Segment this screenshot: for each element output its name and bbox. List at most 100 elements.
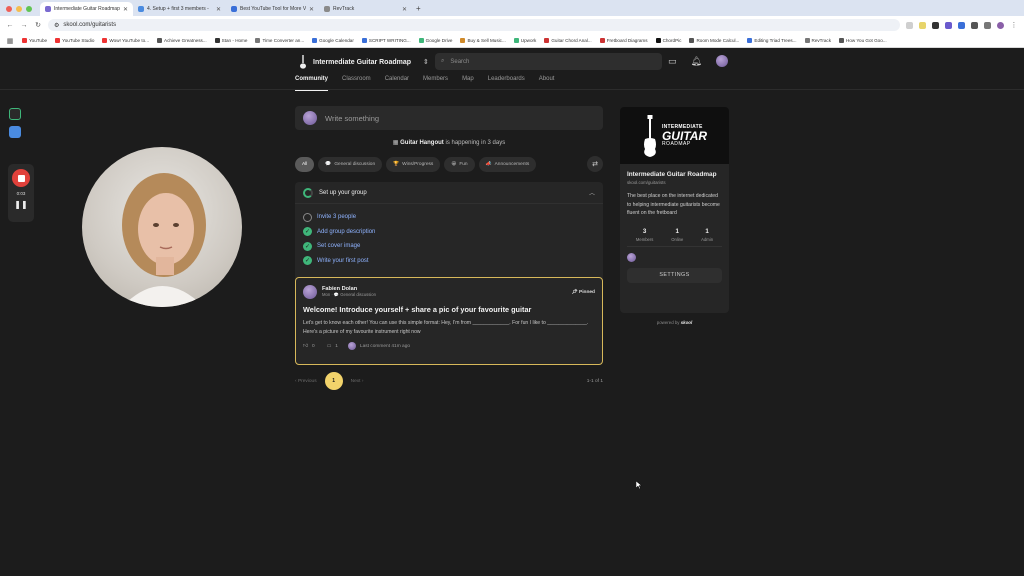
- bookmark-item[interactable]: RevTrack: [804, 38, 831, 43]
- next-button[interactable]: Next ›: [351, 379, 364, 384]
- member-avatar[interactable]: [627, 252, 636, 262]
- filter-chip-all[interactable]: All: [295, 156, 315, 172]
- filter-chip-fun[interactable]: 😀 Fun: [444, 156, 475, 172]
- group-card-url: skool.com/guitarists: [627, 180, 666, 185]
- setup-task-label: Add group description: [317, 228, 376, 235]
- browser-tab-4[interactable]: RevTrack ✕: [319, 2, 412, 16]
- bookmark-favicon-icon: [599, 38, 605, 43]
- comment-icon[interactable]: ▭: [327, 344, 332, 349]
- stat-online[interactable]: 1 Online: [671, 228, 683, 242]
- bookmark-item[interactable]: Guitar Chord Anal...: [544, 38, 592, 43]
- bookmark-item[interactable]: Upwork: [513, 38, 536, 43]
- chat-icon[interactable]: ▭: [668, 56, 677, 67]
- extension-icon[interactable]: [906, 21, 913, 29]
- check-circle-icon: ✓: [303, 227, 312, 237]
- settings-button[interactable]: SETTINGS: [627, 267, 722, 283]
- bookmark-item[interactable]: Editing Triad Trees...: [747, 38, 797, 43]
- maximize-window-icon[interactable]: [26, 6, 32, 12]
- setup-task[interactable]: ✓ Write your first post: [295, 254, 603, 269]
- setup-task[interactable]: ✓ Set cover image: [295, 239, 603, 254]
- bookmark-item[interactable]: How You Got Goo...: [839, 38, 887, 43]
- profile-avatar[interactable]: [997, 21, 1004, 29]
- filter-chip-general-discussion[interactable]: 💬 General discussion: [318, 156, 383, 172]
- bookmark-favicon-icon: [55, 38, 61, 43]
- extension-icon[interactable]: [945, 21, 952, 29]
- tab-calendar[interactable]: Calendar: [385, 76, 409, 91]
- bookmark-label: Guitar Chord Anal...: [551, 38, 592, 43]
- setup-task-label: Write your first post: [317, 257, 369, 264]
- bookmark-item[interactable]: Google Drive: [418, 38, 452, 43]
- bookmark-label: Fretboard Diagrams: [606, 38, 648, 43]
- bookmark-item[interactable]: SCRIPT WRITING...: [361, 38, 411, 43]
- tab-close-icon[interactable]: ✕: [216, 6, 221, 13]
- tab-leaderboards[interactable]: Leaderboards: [488, 76, 525, 91]
- tab-members[interactable]: Members: [423, 76, 448, 91]
- bookmark-item[interactable]: YouTube: [22, 38, 47, 43]
- url-field[interactable]: ⚙ skool.com/guitarists: [48, 19, 900, 31]
- extension-icon[interactable]: [919, 21, 926, 29]
- tab-close-icon[interactable]: ✕: [402, 6, 407, 13]
- bookmark-item[interactable]: Room Mode Calcul...: [689, 38, 739, 43]
- site-info-icon[interactable]: ⚙: [54, 22, 59, 29]
- browser-tab-1[interactable]: Intermediate Guitar Roadmap ✕: [40, 2, 133, 16]
- forward-icon[interactable]: →: [20, 22, 28, 29]
- extension-icon[interactable]: [958, 21, 965, 29]
- apps-grid-icon[interactable]: ▦: [6, 37, 14, 45]
- tab-close-icon[interactable]: ✕: [123, 6, 128, 13]
- reload-icon[interactable]: ↻: [34, 21, 42, 29]
- bookmark-item[interactable]: Wow! YouTube to...: [102, 38, 149, 43]
- close-window-icon[interactable]: [6, 6, 12, 12]
- app-icon[interactable]: [9, 126, 21, 138]
- app-icon[interactable]: [9, 108, 21, 120]
- pinned-post[interactable]: Fabien Dolan Mon · 💬 General discussion …: [295, 277, 603, 365]
- webcam-bubble[interactable]: [82, 147, 242, 307]
- back-icon[interactable]: ←: [6, 22, 14, 29]
- setup-task[interactable]: ✓ Add group description: [295, 225, 603, 240]
- bookmark-item[interactable]: Achieve Greatness...: [157, 38, 207, 43]
- puzzle-icon[interactable]: [971, 21, 978, 29]
- browser-tab-3[interactable]: Best YouTube Tool for More V... ✕: [226, 2, 319, 16]
- like-icon[interactable]: 👍︎: [303, 344, 308, 349]
- skool-logo-text[interactable]: skool: [681, 320, 692, 325]
- download-icon[interactable]: [984, 21, 991, 29]
- tab-map[interactable]: Map: [462, 76, 474, 91]
- bookmark-item[interactable]: ChordPic: [655, 38, 681, 43]
- bell-icon[interactable]: 🔔︎: [691, 56, 702, 67]
- stat-members[interactable]: 3 Members: [636, 228, 653, 242]
- search-input[interactable]: ⌕ Search: [435, 53, 662, 70]
- filter-chip-wins-progress[interactable]: 🏆 Wins/Progress: [386, 156, 441, 172]
- tab-community[interactable]: Community: [295, 76, 328, 91]
- previous-button[interactable]: ‹ Previous: [295, 379, 317, 384]
- filter-chip-announcements[interactable]: 📣 Announcements: [478, 156, 537, 172]
- author-avatar[interactable]: [303, 285, 317, 299]
- tab-about[interactable]: About: [539, 76, 555, 91]
- new-tab-button[interactable]: +: [412, 4, 425, 16]
- group-switcher[interactable]: Intermediate Guitar Roadmap ⇕: [299, 55, 429, 69]
- minimize-window-icon[interactable]: [16, 6, 22, 12]
- bookmark-item[interactable]: Google Calendar: [312, 38, 354, 43]
- chevron-up-icon[interactable]: ︿: [589, 188, 595, 197]
- stat-admin[interactable]: 1 Admin: [701, 228, 713, 242]
- user-avatar[interactable]: [715, 55, 728, 67]
- event-banner[interactable]: ▦ Guitar Hangout is happening in 3 days: [295, 139, 603, 146]
- setup-header[interactable]: Set up your group ︿: [295, 182, 603, 204]
- bookmark-item[interactable]: YouTube Studio: [55, 38, 94, 43]
- like-count: 0: [312, 343, 315, 349]
- tab-classroom[interactable]: Classroom: [342, 76, 371, 91]
- browser-tab-2[interactable]: 4. Setup + first 3 members - ✕: [133, 2, 226, 16]
- bookmark-item[interactable]: Time Converter an...: [255, 38, 304, 43]
- tab-close-icon[interactable]: ✕: [309, 6, 314, 13]
- bookmark-item[interactable]: Buy & Sell Music...: [460, 38, 506, 43]
- bookmark-item[interactable]: Fretboard Diagrams: [599, 38, 648, 43]
- pause-icon[interactable]: ❚❚: [14, 200, 27, 209]
- setup-task[interactable]: Invite 3 people: [295, 210, 603, 225]
- extension-icon[interactable]: [932, 21, 939, 29]
- event-suffix: is happening in 3 days: [445, 140, 506, 146]
- write-post-input[interactable]: Write something: [295, 106, 603, 130]
- page-1-button[interactable]: 1: [324, 372, 343, 390]
- menu-kebab-icon[interactable]: ⋮: [1010, 21, 1018, 29]
- filter-settings-icon[interactable]: ⇄: [587, 156, 603, 172]
- stop-record-button[interactable]: [12, 169, 30, 187]
- bookmark-item[interactable]: Stan - Home: [214, 38, 247, 43]
- bookmark-favicon-icon: [513, 38, 519, 43]
